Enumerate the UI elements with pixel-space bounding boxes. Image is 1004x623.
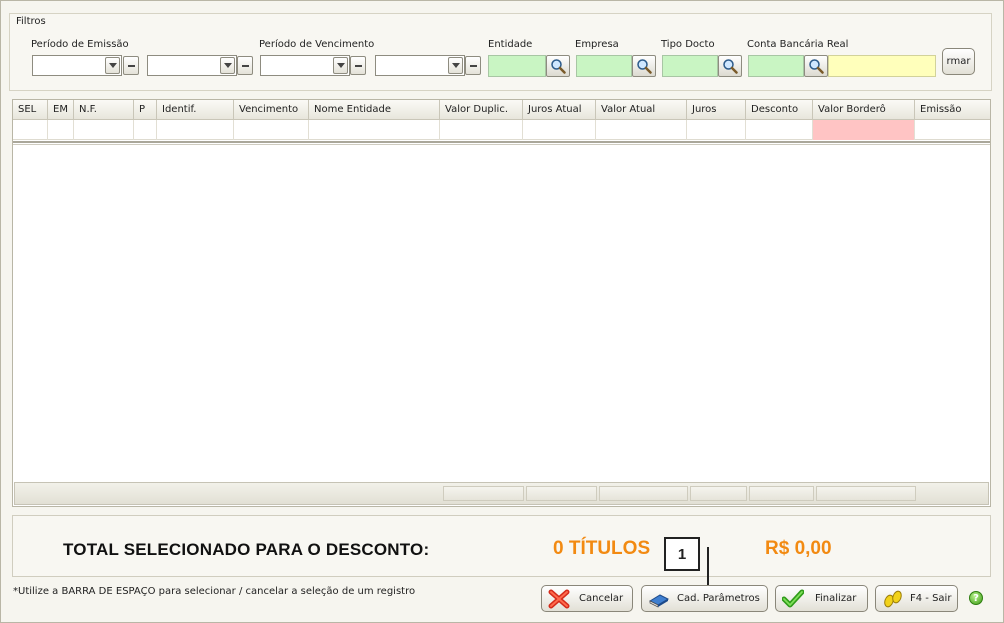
vencimento-end-date[interactable] bbox=[375, 55, 465, 76]
total-panel: TOTAL SELECIONADO PARA O DESCONTO: 0 TÍT… bbox=[12, 515, 991, 577]
magnifier-icon bbox=[723, 59, 738, 74]
col-juros-atual[interactable]: Juros Atual bbox=[523, 100, 596, 120]
emissao-start-clear-button[interactable] bbox=[123, 56, 139, 75]
cell-nf bbox=[74, 120, 134, 140]
emissao-start-date[interactable] bbox=[32, 55, 122, 76]
hint-text: *Utilize a BARRA DE ESPAÇO para selecion… bbox=[13, 586, 416, 597]
minus-icon bbox=[241, 64, 249, 67]
cad-parametros-label: Cad. Parâmetros bbox=[677, 593, 760, 604]
entidade-label: Entidade bbox=[488, 39, 533, 50]
emissao-label: Período de Emissão bbox=[31, 39, 129, 50]
chevron-down-icon[interactable] bbox=[448, 57, 463, 74]
conta-description-field bbox=[828, 55, 936, 77]
grid-separator bbox=[13, 141, 990, 145]
tipo-docto-input[interactable] bbox=[662, 55, 718, 77]
col-identif[interactable]: Identif. bbox=[157, 100, 234, 120]
cancel-label: Cancelar bbox=[579, 593, 624, 604]
col-nome-entidade[interactable]: Nome Entidade bbox=[309, 100, 440, 120]
col-valor-duplic[interactable]: Valor Duplic. bbox=[440, 100, 523, 120]
minus-icon bbox=[354, 64, 362, 67]
chevron-down-icon[interactable] bbox=[220, 57, 235, 74]
cad-parametros-button[interactable]: Cad. Parâmetros bbox=[641, 585, 768, 612]
empresa-label: Empresa bbox=[575, 39, 619, 50]
col-em[interactable]: EM bbox=[48, 100, 74, 120]
cell-emissao bbox=[915, 120, 990, 140]
cell-em bbox=[48, 120, 74, 140]
col-emissao[interactable]: Emissão bbox=[915, 100, 990, 120]
entidade-search-button[interactable] bbox=[546, 55, 570, 77]
minus-icon bbox=[469, 64, 477, 67]
col-juros[interactable]: Juros bbox=[687, 100, 746, 120]
cell-vencimento bbox=[234, 120, 309, 140]
footer-juros bbox=[690, 486, 747, 501]
col-vencimento[interactable]: Vencimento bbox=[234, 100, 309, 120]
green-check-icon bbox=[782, 589, 804, 608]
col-p[interactable]: P bbox=[134, 100, 157, 120]
magnifier-icon bbox=[551, 59, 566, 74]
chevron-down-icon[interactable] bbox=[105, 57, 120, 74]
tipo-docto-label: Tipo Docto bbox=[661, 39, 715, 50]
finalizar-label: Finalizar bbox=[815, 593, 857, 604]
total-count: 0 TÍTULOS bbox=[553, 538, 651, 559]
magnifier-icon bbox=[809, 59, 824, 74]
cell-identif bbox=[157, 120, 234, 140]
magnifier-icon bbox=[637, 59, 652, 74]
callout-marker: 1 bbox=[664, 537, 700, 571]
callout-pointer bbox=[707, 547, 709, 585]
grid-header: SEL EM N.F. P Identif. Vencimento Nome E… bbox=[13, 100, 990, 120]
vencimento-label: Período de Vencimento bbox=[259, 39, 375, 50]
tipo-docto-search-button[interactable] bbox=[718, 55, 742, 77]
footer-desconto bbox=[749, 486, 814, 501]
titles-grid[interactable]: SEL EM N.F. P Identif. Vencimento Nome E… bbox=[12, 99, 991, 507]
f4-sair-button[interactable]: F4 - Sair bbox=[875, 585, 958, 612]
total-value: R$ 0,00 bbox=[765, 538, 832, 559]
conta-search-button[interactable] bbox=[804, 55, 828, 77]
conta-input[interactable] bbox=[748, 55, 804, 77]
cell-valor-atual bbox=[596, 120, 687, 140]
footer-valor-atual bbox=[599, 486, 688, 501]
vencimento-start-date[interactable] bbox=[260, 55, 350, 76]
emissao-end-clear-button[interactable] bbox=[237, 56, 253, 75]
red-x-icon bbox=[548, 589, 570, 609]
f4-sair-label: F4 - Sair bbox=[910, 593, 952, 604]
empresa-input[interactable] bbox=[576, 55, 632, 77]
filters-panel: Filtros Período de Emissão Período de Ve… bbox=[9, 13, 992, 91]
col-desconto[interactable]: Desconto bbox=[746, 100, 813, 120]
blue-book-icon bbox=[648, 594, 670, 608]
conta-label: Conta Bancária Real bbox=[747, 39, 849, 50]
vencimento-start-clear-button[interactable] bbox=[350, 56, 366, 75]
filters-title: Filtros bbox=[16, 16, 46, 27]
col-valor-atual[interactable]: Valor Atual bbox=[596, 100, 687, 120]
cell-juros bbox=[687, 120, 746, 140]
cell-desconto bbox=[746, 120, 813, 140]
table-row[interactable] bbox=[13, 120, 990, 140]
cell-sel[interactable] bbox=[13, 120, 48, 140]
cell-p bbox=[134, 120, 157, 140]
col-nf[interactable]: N.F. bbox=[74, 100, 134, 120]
empresa-search-button[interactable] bbox=[632, 55, 656, 77]
footer-valor-bordero bbox=[816, 486, 916, 501]
minus-icon bbox=[127, 64, 135, 67]
chevron-down-icon[interactable] bbox=[333, 57, 348, 74]
total-label: TOTAL SELECIONADO PARA O DESCONTO: bbox=[63, 540, 430, 559]
vencimento-end-clear-button[interactable] bbox=[465, 56, 481, 75]
entidade-input[interactable] bbox=[488, 55, 546, 77]
confirm-button[interactable]: rmar bbox=[942, 48, 975, 75]
footer-valor-duplic bbox=[443, 486, 524, 501]
finalizar-button[interactable]: Finalizar bbox=[775, 585, 868, 612]
cell-valor-duplic bbox=[440, 120, 523, 140]
emissao-end-date[interactable] bbox=[147, 55, 237, 76]
col-valor-bordero[interactable]: Valor Borderô bbox=[813, 100, 915, 120]
footer-juros-atual bbox=[526, 486, 597, 501]
col-sel[interactable]: SEL bbox=[13, 100, 48, 120]
cell-valor-bordero[interactable] bbox=[813, 120, 915, 140]
help-icon[interactable]: ? bbox=[969, 591, 983, 605]
cell-nome-entidade bbox=[309, 120, 440, 140]
cell-juros-atual bbox=[523, 120, 596, 140]
footprints-icon bbox=[884, 590, 902, 608]
cancel-button[interactable]: Cancelar bbox=[541, 585, 633, 612]
grid-footer bbox=[14, 482, 989, 505]
